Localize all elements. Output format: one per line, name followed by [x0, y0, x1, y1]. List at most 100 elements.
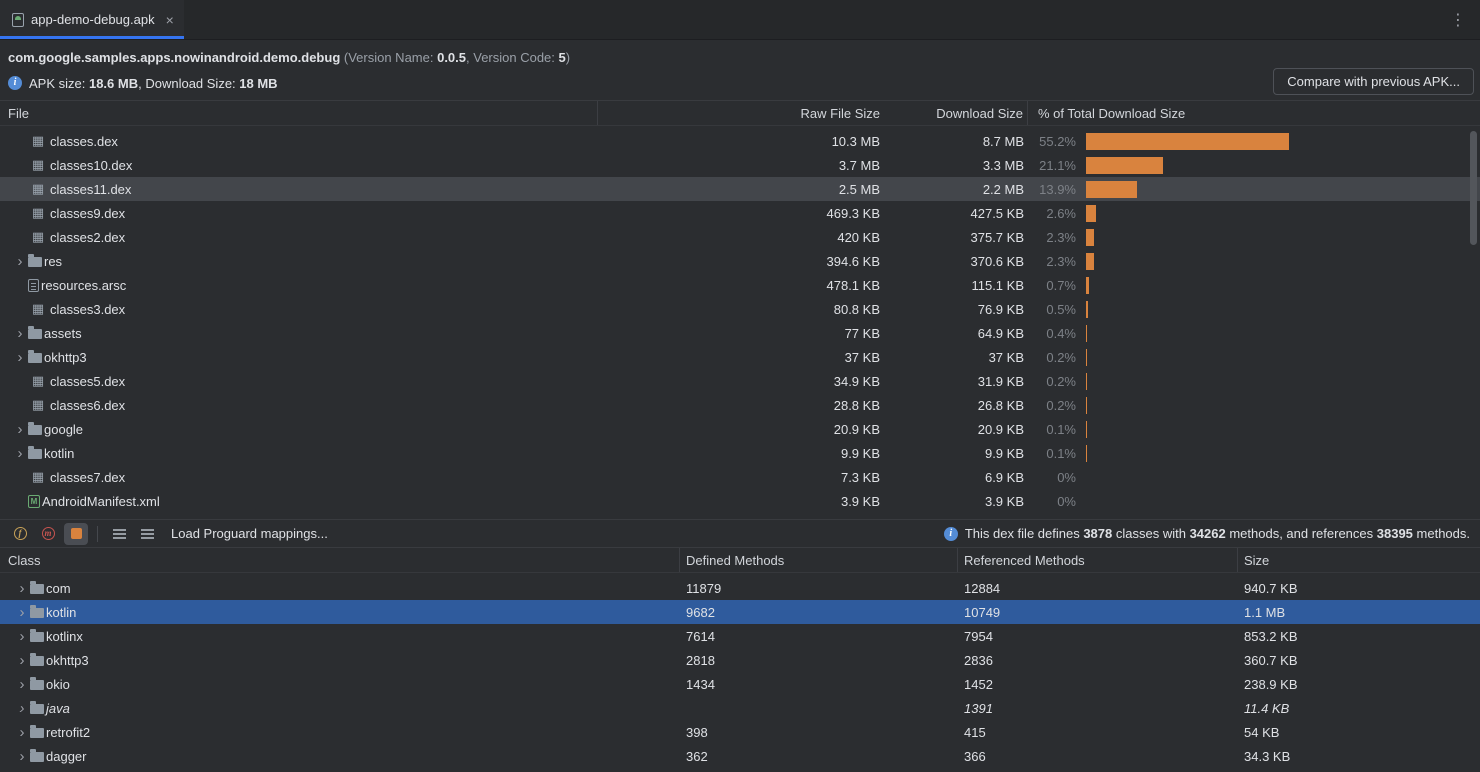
- file-row[interactable]: resources.arsc 478.1 KB 115.1 KB 0.7%: [0, 273, 1480, 297]
- file-cell: classes2.dex: [0, 225, 598, 249]
- raw-file-size-value: 28.8 KB: [598, 398, 880, 413]
- tab-close-icon[interactable]: ×: [166, 12, 174, 28]
- percent-bar-cell: [1076, 441, 1480, 465]
- file-name: classes3.dex: [50, 302, 125, 317]
- percent-bar-cell: [1076, 201, 1480, 225]
- show-fields-button[interactable]: [8, 523, 32, 545]
- size-value: 360.7 KB: [1238, 653, 1480, 668]
- class-row[interactable]: com 11879 12884 940.7 KB: [0, 576, 1480, 600]
- compare-apk-button[interactable]: Compare with previous APK...: [1273, 68, 1474, 95]
- load-proguard-button[interactable]: Load Proguard mappings...: [171, 526, 328, 541]
- column-header-percent-of-total[interactable]: % of Total Download Size: [1028, 101, 1480, 125]
- column-header-file[interactable]: File: [0, 101, 598, 125]
- size-value: 1.1 MB: [1238, 605, 1480, 620]
- column-header-raw-file-size[interactable]: Raw File Size: [598, 101, 880, 125]
- download-percent-value: 0.1%: [1028, 446, 1076, 461]
- referenced-methods-value: 10749: [958, 605, 1238, 620]
- raw-file-size-value: 10.3 MB: [598, 134, 880, 149]
- manifest-file-icon: [28, 495, 40, 508]
- download-size-value: 3.3 MB: [880, 158, 1028, 173]
- folder-file-icon: [28, 353, 42, 363]
- chevron-expand-icon[interactable]: [14, 653, 30, 668]
- chevron-expand-icon[interactable]: [14, 581, 30, 596]
- file-table-body: classes.dex 10.3 MB 8.7 MB 55.2% classes…: [0, 126, 1480, 519]
- version-name-label: (Version Name:: [340, 50, 437, 65]
- file-row[interactable]: google 20.9 KB 20.9 KB 0.1%: [0, 417, 1480, 441]
- download-size-value: 20.9 KB: [880, 422, 1028, 437]
- chevron-expand-icon[interactable]: [12, 422, 28, 437]
- column-header-download-size[interactable]: Download Size: [880, 101, 1028, 125]
- file-row[interactable]: classes9.dex 469.3 KB 427.5 KB 2.6%: [0, 201, 1480, 225]
- file-row[interactable]: classes5.dex 34.9 KB 31.9 KB 0.2%: [0, 369, 1480, 393]
- chevron-expand-icon[interactable]: [14, 725, 30, 740]
- chevron-expand-icon[interactable]: [12, 446, 28, 461]
- percent-bar-cell: [1076, 369, 1480, 393]
- raw-file-size-value: 478.1 KB: [598, 278, 880, 293]
- class-row[interactable]: dagger 362 366 34.3 KB: [0, 744, 1480, 768]
- version-code-value: 5: [559, 50, 566, 65]
- download-percent-bar: [1086, 301, 1088, 318]
- tab-apk-file[interactable]: app-demo-debug.apk ×: [0, 0, 184, 39]
- file-cell: classes7.dex: [0, 465, 598, 489]
- file-row[interactable]: assets 77 KB 64.9 KB 0.4%: [0, 321, 1480, 345]
- size-value: 54 KB: [1238, 725, 1480, 740]
- chevron-expand-icon[interactable]: [14, 629, 30, 644]
- referenced-methods-value: 366: [958, 749, 1238, 764]
- file-row[interactable]: classes.dex 10.3 MB 8.7 MB 55.2%: [0, 129, 1480, 153]
- vertical-scrollbar[interactable]: [1470, 131, 1477, 245]
- file-row[interactable]: classes7.dex 7.3 KB 6.9 KB 0%: [0, 465, 1480, 489]
- dex-file-icon: [28, 231, 48, 244]
- raw-file-size-value: 2.5 MB: [598, 182, 880, 197]
- dex-file-icon: [28, 471, 48, 484]
- column-header-class[interactable]: Class: [0, 548, 680, 572]
- more-options-icon[interactable]: ⋮: [1436, 10, 1480, 29]
- file-row[interactable]: kotlin 9.9 KB 9.9 KB 0.1%: [0, 441, 1480, 465]
- percent-bar-cell: [1076, 465, 1480, 489]
- raw-file-size-value: 469.3 KB: [598, 206, 880, 221]
- chevron-expand-icon[interactable]: [14, 701, 30, 716]
- file-name: classes5.dex: [50, 374, 125, 389]
- file-row[interactable]: okhttp3 37 KB 37 KB 0.2%: [0, 345, 1480, 369]
- dex-file-icon: [28, 399, 48, 412]
- dex-file-icon: [28, 159, 48, 172]
- file-row[interactable]: classes10.dex 3.7 MB 3.3 MB 21.1%: [0, 153, 1480, 177]
- file-row[interactable]: classes6.dex 28.8 KB 26.8 KB 0.2%: [0, 393, 1480, 417]
- chevron-expand-icon[interactable]: [14, 749, 30, 764]
- chevron-expand-icon[interactable]: [12, 326, 28, 341]
- class-name: okhttp3: [46, 653, 89, 668]
- chevron-expand-icon[interactable]: [12, 350, 28, 365]
- class-row[interactable]: kotlinx 7614 7954 853.2 KB: [0, 624, 1480, 648]
- chevron-expand-icon[interactable]: [12, 254, 28, 269]
- file-name: classes6.dex: [50, 398, 125, 413]
- editor-tab-bar: app-demo-debug.apk × ⋮: [0, 0, 1480, 40]
- size-value: 11.4 KB: [1238, 701, 1480, 716]
- file-row[interactable]: classes11.dex 2.5 MB 2.2 MB 13.9%: [0, 177, 1480, 201]
- raw-file-size-value: 20.9 KB: [598, 422, 880, 437]
- column-header-defined-methods[interactable]: Defined Methods: [680, 548, 958, 572]
- collapse-all-button[interactable]: [135, 523, 159, 545]
- defined-methods-value: 9682: [680, 605, 958, 620]
- info-icon: [8, 76, 22, 90]
- file-row[interactable]: classes2.dex 420 KB 375.7 KB 2.3%: [0, 225, 1480, 249]
- file-name: resources.arsc: [41, 278, 126, 293]
- class-row[interactable]: okhttp3 2818 2836 360.7 KB: [0, 648, 1480, 672]
- column-header-referenced-methods[interactable]: Referenced Methods: [958, 548, 1238, 572]
- download-size-value: 2.2 MB: [880, 182, 1028, 197]
- percent-bar-cell: [1076, 177, 1480, 201]
- chevron-expand-icon[interactable]: [14, 605, 30, 620]
- class-row[interactable]: okio 1434 1452 238.9 KB: [0, 672, 1480, 696]
- file-row[interactable]: res 394.6 KB 370.6 KB 2.3%: [0, 249, 1480, 273]
- expand-all-button[interactable]: [107, 523, 131, 545]
- class-row[interactable]: kotlin 9682 10749 1.1 MB: [0, 600, 1480, 624]
- class-row[interactable]: java 1391 11.4 KB: [0, 696, 1480, 720]
- raw-file-size-value: 34.9 KB: [598, 374, 880, 389]
- show-references-button[interactable]: [64, 523, 88, 545]
- package-icon: [30, 584, 44, 594]
- chevron-expand-icon[interactable]: [14, 677, 30, 692]
- column-header-size[interactable]: Size: [1238, 548, 1480, 572]
- file-row[interactable]: AndroidManifest.xml 3.9 KB 3.9 KB 0%: [0, 489, 1480, 513]
- class-row[interactable]: retrofit2 398 415 54 KB: [0, 720, 1480, 744]
- class-cell: retrofit2: [0, 720, 680, 744]
- file-row[interactable]: classes3.dex 80.8 KB 76.9 KB 0.5%: [0, 297, 1480, 321]
- show-methods-button[interactable]: [36, 523, 60, 545]
